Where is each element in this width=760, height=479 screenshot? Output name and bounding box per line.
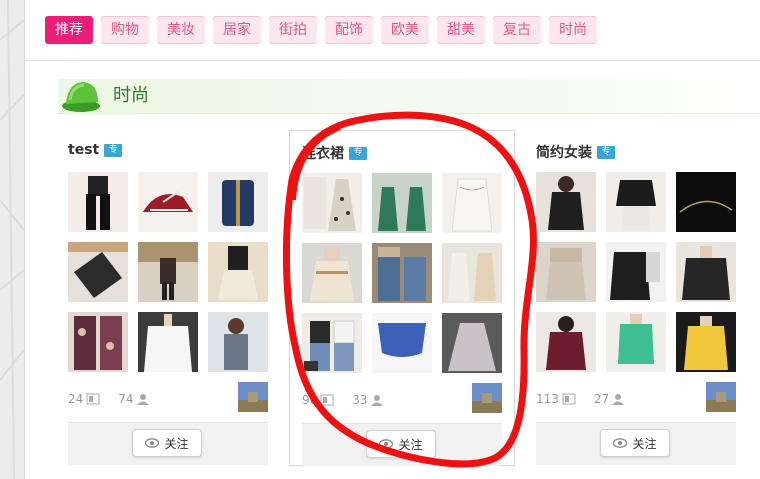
- thumbnail[interactable]: [302, 243, 362, 303]
- tab-street-snap[interactable]: 街拍: [269, 16, 317, 44]
- image-icon: [86, 393, 100, 405]
- tab-accessories[interactable]: 配饰: [325, 16, 373, 44]
- board-title-text[interactable]: test: [68, 142, 99, 158]
- thumbnail[interactable]: [372, 243, 432, 303]
- top-divider: [24, 60, 760, 61]
- follow-label: 关注: [164, 436, 189, 451]
- thumbnail[interactable]: [68, 172, 128, 232]
- thumbnail[interactable]: [138, 242, 198, 302]
- board-stats: 24 74: [68, 392, 169, 406]
- thumbnail[interactable]: [442, 173, 502, 233]
- follow-button[interactable]: 关注: [600, 429, 670, 457]
- post-count: 113: [536, 392, 576, 406]
- board-title-text[interactable]: 简约女装: [536, 142, 592, 162]
- thumbnail[interactable]: [138, 312, 198, 372]
- follow-button[interactable]: 关注: [366, 430, 436, 458]
- thumbnail[interactable]: [606, 312, 666, 372]
- follow-bar: 关注: [68, 422, 268, 465]
- follower-count-value: 74: [118, 392, 134, 406]
- eye-icon: [145, 438, 160, 448]
- thumbnail[interactable]: [442, 313, 502, 373]
- post-count: 96: [302, 393, 334, 407]
- tab-western[interactable]: 欧美: [381, 16, 429, 44]
- board-badge: 专: [104, 143, 123, 157]
- people-icon: [370, 395, 383, 406]
- avatar[interactable]: [706, 382, 736, 412]
- follow-bar: 关注: [302, 423, 502, 466]
- follower-count: 74: [118, 392, 150, 406]
- thumbnail[interactable]: [372, 173, 432, 233]
- thumbnail[interactable]: [302, 173, 362, 233]
- tab-recommend[interactable]: 推荐: [45, 16, 93, 44]
- board-stats: 113 27: [536, 392, 644, 406]
- image-icon: [320, 394, 334, 406]
- avatar[interactable]: [238, 382, 268, 412]
- thumbnail[interactable]: [536, 172, 596, 232]
- eye-icon: [379, 439, 394, 449]
- follow-bar: 关注: [536, 422, 736, 465]
- map-texture: [0, 0, 24, 479]
- board-card[interactable]: 简约女装 专 113 27 关注: [524, 130, 750, 466]
- tab-makeup[interactable]: 美妆: [157, 16, 205, 44]
- follow-button[interactable]: 关注: [132, 429, 202, 457]
- section-header-bar: [58, 79, 760, 114]
- thumbnail[interactable]: [68, 242, 128, 302]
- tab-home[interactable]: 居家: [213, 16, 261, 44]
- follower-count-value: 27: [593, 392, 610, 406]
- post-count-value: 24: [68, 392, 84, 406]
- section-title: 时尚: [113, 85, 149, 106]
- thumbnail[interactable]: [372, 313, 432, 373]
- left-rail: [0, 0, 25, 479]
- tab-shopping[interactable]: 购物: [101, 16, 149, 44]
- people-icon: [136, 394, 149, 405]
- thumbnail[interactable]: [208, 312, 268, 372]
- board-title[interactable]: test 专: [68, 142, 123, 158]
- thumbnail[interactable]: [676, 312, 736, 372]
- board-title[interactable]: 连衣裙 专: [302, 143, 367, 163]
- follower-count-value: 33: [352, 393, 368, 407]
- follow-label: 关注: [398, 437, 423, 452]
- post-count-value: 113: [536, 392, 559, 406]
- thumbnail[interactable]: [676, 172, 736, 232]
- thumbnail[interactable]: [208, 172, 268, 232]
- eye-icon: [613, 438, 628, 448]
- post-count: 24: [68, 392, 100, 406]
- follower-count: 27: [594, 392, 626, 406]
- tab-retro[interactable]: 复古: [493, 16, 541, 44]
- thumbnail[interactable]: [302, 313, 362, 373]
- thumbnail[interactable]: [606, 172, 666, 232]
- thumbnail[interactable]: [68, 312, 128, 372]
- board-card[interactable]: test 专 24 74 关注: [56, 130, 282, 466]
- category-tabs: 推荐 购物 美妆 居家 街拍 配饰 欧美 甜美 复古 时尚: [45, 16, 597, 44]
- image-icon: [562, 393, 576, 405]
- thumbnail[interactable]: [606, 242, 666, 302]
- avatar[interactable]: [472, 383, 502, 413]
- people-icon: [612, 394, 625, 405]
- board-title-text[interactable]: 连衣裙: [302, 143, 344, 163]
- board-title[interactable]: 简约女装 专: [536, 142, 615, 162]
- board-badge: 专: [597, 145, 615, 159]
- tab-sweet[interactable]: 甜美: [437, 16, 485, 44]
- board-card[interactable]: 连衣裙 专 96 33 关注: [289, 130, 515, 466]
- post-count-value: 96: [302, 393, 318, 407]
- tab-fashion[interactable]: 时尚: [549, 16, 597, 44]
- thumbnail[interactable]: [208, 242, 268, 302]
- board-badge: 专: [349, 146, 367, 160]
- thumbnail[interactable]: [536, 312, 596, 372]
- thumbnail[interactable]: [676, 242, 736, 302]
- thumbnail[interactable]: [442, 243, 502, 303]
- green-cap-icon: [62, 82, 100, 112]
- board-stats: 96 33: [302, 393, 403, 407]
- thumbnail[interactable]: [138, 172, 198, 232]
- follow-label: 关注: [632, 436, 657, 451]
- follower-count: 33: [352, 393, 384, 407]
- thumbnail[interactable]: [536, 242, 596, 302]
